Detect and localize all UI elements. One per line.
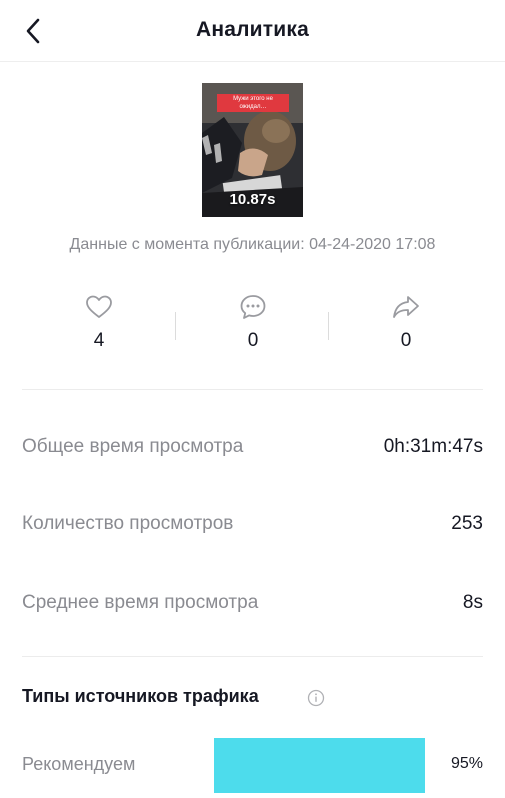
traffic-source-bar-track xyxy=(214,738,436,793)
traffic-source-row: Рекомендуем 95% xyxy=(22,738,483,794)
traffic-source-percent: 95% xyxy=(450,755,483,772)
data-since-label: Данные с момента публикации: 04-24-2020 … xyxy=(69,236,436,253)
stat-label: Количество просмотров xyxy=(22,513,234,534)
shares-metric: 0 xyxy=(329,290,483,352)
comments-metric: 0 xyxy=(176,290,330,352)
header-bar: Аналитика xyxy=(0,0,505,62)
comments-count: 0 xyxy=(247,330,259,351)
interactions-row: 4 0 0 xyxy=(22,290,483,360)
stat-label: Общее время просмотра xyxy=(22,436,244,457)
stat-label: Среднее время просмотра xyxy=(22,592,259,613)
share-icon xyxy=(393,296,419,318)
comment-icon xyxy=(240,295,266,319)
video-duration: 10.87s xyxy=(229,191,276,208)
shares-count: 0 xyxy=(400,330,412,351)
traffic-source-bar xyxy=(214,738,425,793)
likes-count: 4 xyxy=(93,330,105,351)
stat-row-average-watch-time: Среднее время просмотра 8s xyxy=(22,592,483,622)
section-divider xyxy=(22,656,483,657)
stat-value: 8s xyxy=(462,592,483,613)
video-thumbnail[interactable]: Мужи этого не ожидал… 10.87s xyxy=(202,83,303,217)
stat-value: 0h:31m:47s xyxy=(383,436,483,457)
stat-row-views: Количество просмотров 253 xyxy=(22,513,483,543)
stat-row-total-watch-time: Общее время просмотра 0h:31m:47s xyxy=(22,436,483,466)
stat-value: 253 xyxy=(451,513,483,534)
page-title: Аналитика xyxy=(196,18,309,41)
info-icon[interactable] xyxy=(307,689,325,707)
likes-metric: 4 xyxy=(22,290,176,352)
traffic-section-title: Типы источников трафика xyxy=(22,686,259,706)
section-divider xyxy=(22,389,483,390)
traffic-source-label: Рекомендуем xyxy=(22,754,136,774)
heart-icon xyxy=(86,295,112,318)
video-caption: Мужи этого не ожидал… xyxy=(217,94,289,112)
